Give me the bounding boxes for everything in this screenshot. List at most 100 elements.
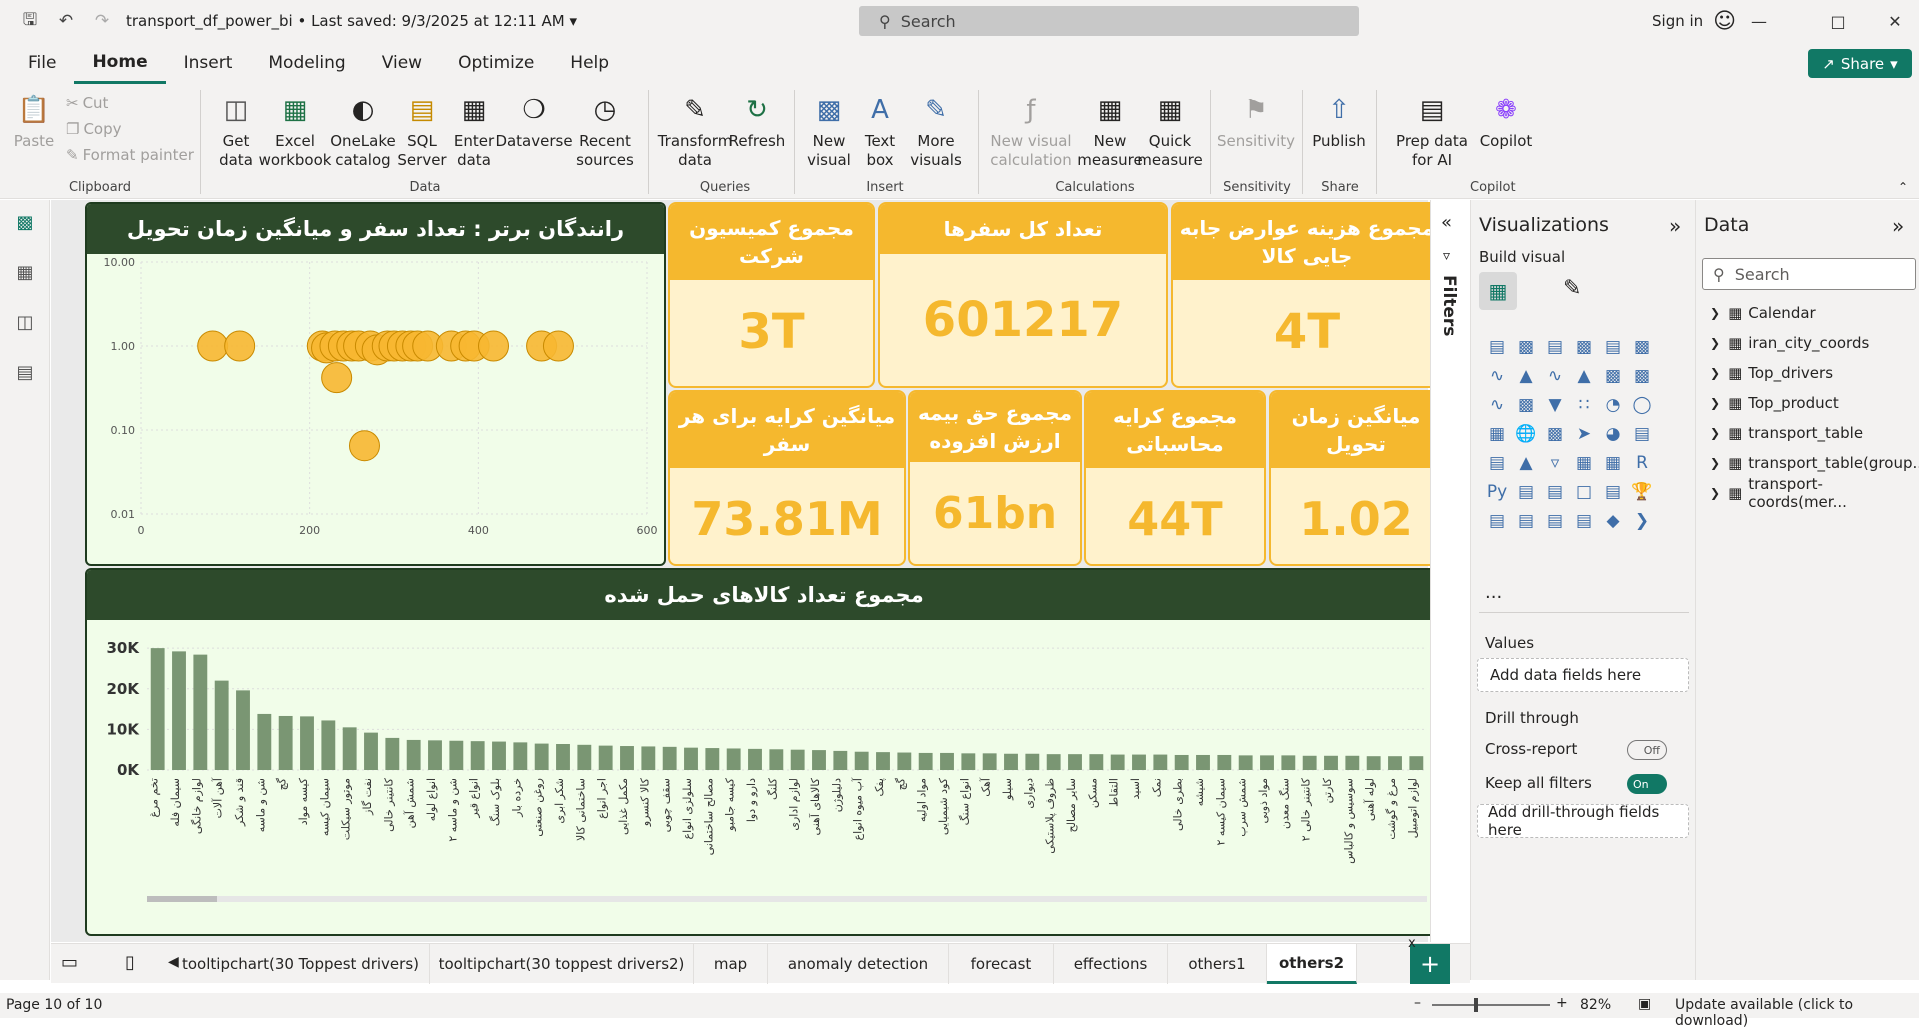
close-tab-icon[interactable]: x bbox=[1408, 936, 1416, 951]
menu-modeling[interactable]: Modeling bbox=[250, 42, 363, 84]
python-visual-icon[interactable]: Py bbox=[1485, 480, 1509, 504]
stacked-area-icon[interactable]: ∿ bbox=[1543, 364, 1567, 388]
key-influencers-icon[interactable]: ▤ bbox=[1514, 480, 1538, 504]
minimize-button[interactable]: — bbox=[1729, 0, 1789, 42]
bar[interactable] bbox=[470, 741, 485, 770]
bar[interactable] bbox=[1089, 754, 1104, 770]
bar[interactable] bbox=[641, 746, 656, 770]
page-tab[interactable]: forecast bbox=[949, 944, 1054, 984]
page-tab[interactable]: tooltipchart(30 toppest drivers2) bbox=[430, 944, 694, 984]
excel-workbook-button[interactable]: ▦ Excel workbook bbox=[259, 90, 332, 170]
gauge-icon[interactable]: ◕ bbox=[1601, 422, 1625, 446]
line-chart-icon[interactable]: ∿ bbox=[1485, 364, 1509, 388]
decomposition-tree-icon[interactable]: ▤ bbox=[1543, 480, 1567, 504]
collapse-ribbon-icon[interactable]: ⌃ bbox=[1898, 180, 1908, 194]
bar[interactable] bbox=[449, 740, 464, 770]
build-visual-tab-icon[interactable]: ▦ bbox=[1479, 272, 1517, 310]
bar[interactable] bbox=[1068, 754, 1082, 770]
new-measure-button[interactable]: ▦ New measure bbox=[1077, 90, 1142, 170]
azure-map-icon[interactable]: ➤ bbox=[1572, 422, 1596, 446]
global-search-input[interactable]: ⚲ Search bbox=[859, 6, 1359, 36]
data-table-item[interactable]: ❯ ▦ transport_table bbox=[1710, 420, 1863, 446]
data-table-item[interactable]: ❯ ▦ Calendar bbox=[1710, 300, 1816, 326]
bar[interactable] bbox=[193, 654, 208, 770]
text-box-button[interactable]: A Text box bbox=[858, 90, 902, 170]
bar[interactable] bbox=[1153, 754, 1168, 770]
collapse-data-icon[interactable]: » bbox=[1892, 214, 1904, 238]
document-title[interactable]: transport_df_power_bi • Last saved: 9/3/… bbox=[126, 12, 577, 30]
enter-data-button[interactable]: ▦ Enter data bbox=[450, 90, 498, 170]
pie-icon[interactable]: ◔ bbox=[1601, 393, 1625, 417]
bar[interactable] bbox=[1025, 753, 1040, 770]
zoom-in-icon[interactable]: + bbox=[1556, 995, 1568, 1011]
table-icon[interactable]: ▦ bbox=[1572, 451, 1596, 475]
more-visuals-button[interactable]: ✎ More visuals bbox=[906, 90, 966, 170]
map-icon[interactable]: 🌐 bbox=[1514, 422, 1538, 446]
clustered-column-icon[interactable]: ▩ bbox=[1572, 335, 1596, 359]
ribbon-chart-icon[interactable]: ∿ bbox=[1485, 393, 1509, 417]
menu-help[interactable]: Help bbox=[552, 42, 627, 84]
bar[interactable] bbox=[1132, 754, 1146, 770]
bar[interactable] bbox=[300, 716, 314, 770]
menu-insert[interactable]: Insert bbox=[166, 42, 251, 84]
power-automate-icon[interactable]: ▤ bbox=[1572, 509, 1596, 533]
sql-server-button[interactable]: ▤ SQL Server bbox=[397, 90, 446, 170]
chevron-right-icon[interactable]: ❯ bbox=[1710, 486, 1720, 500]
paginated-report-icon[interactable]: ▤ bbox=[1485, 509, 1509, 533]
bar[interactable] bbox=[1345, 755, 1360, 770]
chevron-right-icon[interactable]: ❯ bbox=[1710, 306, 1720, 320]
page-tab[interactable]: tooltipchart(30 Toppest drivers) bbox=[172, 944, 430, 984]
slicer-icon[interactable]: ▿ bbox=[1543, 451, 1567, 475]
bar[interactable] bbox=[705, 748, 720, 770]
bar[interactable] bbox=[406, 739, 421, 770]
kpi-card-insurance[interactable]: مجموع حق بیمه ارزش افزوده 61bn bbox=[908, 390, 1082, 566]
update-available-link[interactable]: Update available (click to download) bbox=[1675, 997, 1919, 1029]
mobile-layout-icon[interactable]: ▯ bbox=[125, 952, 135, 973]
kpi-icon[interactable]: ▲ bbox=[1514, 451, 1538, 475]
model-view-icon[interactable]: ◫ bbox=[13, 312, 37, 336]
kpi-card-avg-fare[interactable]: میانگین کرایه برای هر سفر 73.81M bbox=[668, 390, 906, 566]
funnel-icon[interactable]: ▼ bbox=[1543, 393, 1567, 417]
cut-button[interactable]: ✂ Cut bbox=[66, 94, 108, 112]
bar[interactable] bbox=[940, 752, 954, 770]
card-new-icon[interactable]: ▤ bbox=[1514, 509, 1538, 533]
filters-pane-collapsed[interactable]: « ▿ Filters bbox=[1430, 200, 1470, 942]
save-icon[interactable]: 🖫 bbox=[12, 0, 48, 42]
bar[interactable] bbox=[897, 752, 912, 770]
bar[interactable] bbox=[1324, 755, 1338, 770]
bar[interactable] bbox=[342, 727, 357, 770]
expand-filters-icon[interactable]: « bbox=[1441, 212, 1452, 233]
chevron-icon[interactable]: ❯ bbox=[1630, 509, 1654, 533]
values-well[interactable]: Add data fields here bbox=[1477, 658, 1689, 692]
bar[interactable] bbox=[662, 746, 677, 770]
scatter-icon[interactable]: ∷ bbox=[1572, 393, 1596, 417]
dax-query-view-icon[interactable]: ▤ bbox=[13, 362, 37, 386]
menu-file[interactable]: File bbox=[10, 42, 74, 84]
bar[interactable] bbox=[1196, 754, 1210, 770]
maximize-button[interactable]: □ bbox=[1808, 0, 1868, 42]
close-window-button[interactable]: ✕ bbox=[1865, 0, 1919, 42]
bar-scrollbar-thumb[interactable] bbox=[147, 896, 217, 902]
sensitivity-button[interactable]: ⚑ Sensitivity bbox=[1217, 90, 1295, 151]
data-table-item[interactable]: ❯ ▦ transport-coords(mer... bbox=[1710, 475, 1919, 511]
bar[interactable] bbox=[1004, 753, 1018, 770]
zoom-out-icon[interactable]: – bbox=[1414, 995, 1421, 1011]
prep-data-for-ai-button[interactable]: ▤ Prep data for AI bbox=[1384, 90, 1480, 170]
page-tab[interactable]: effections bbox=[1054, 944, 1168, 984]
share-button[interactable]: ↗ Share ▾ bbox=[1808, 49, 1912, 78]
desktop-layout-icon[interactable]: ▭ bbox=[61, 952, 78, 973]
transform-data-button[interactable]: ✎ Transform data bbox=[658, 90, 733, 170]
refresh-button[interactable]: ↻ Refresh bbox=[729, 90, 786, 151]
menu-home[interactable]: Home bbox=[74, 42, 166, 84]
bar[interactable] bbox=[982, 753, 997, 770]
bar[interactable] bbox=[854, 751, 869, 770]
treemap-icon[interactable]: ▦ bbox=[1485, 422, 1509, 446]
bar[interactable] bbox=[278, 715, 293, 770]
format-painter-button[interactable]: ✎ Format painter bbox=[66, 146, 194, 164]
r-visual-icon[interactable]: R bbox=[1630, 451, 1654, 475]
card-icon[interactable]: ▤ bbox=[1630, 422, 1654, 446]
bar[interactable] bbox=[769, 749, 784, 770]
chevron-right-icon[interactable]: ❯ bbox=[1710, 456, 1720, 470]
waterfall-icon[interactable]: ▩ bbox=[1514, 393, 1538, 417]
new-visual-calculation-button[interactable]: ƒ New visual calculation bbox=[988, 90, 1074, 170]
